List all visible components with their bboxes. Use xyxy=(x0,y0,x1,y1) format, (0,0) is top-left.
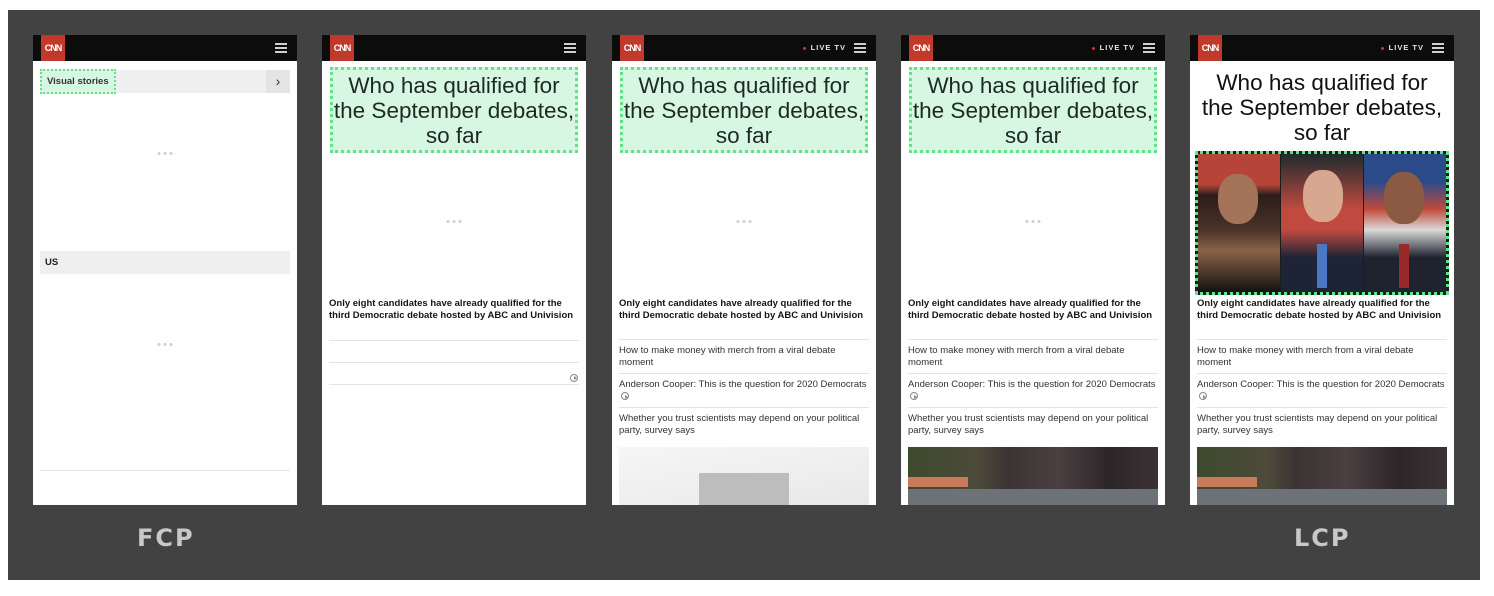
article-link[interactable]: How to make money with merch from a vira… xyxy=(619,345,869,369)
face-shape xyxy=(1384,172,1424,224)
lcp-label: LCP xyxy=(1294,524,1351,552)
header: CNN LIVE TV xyxy=(612,35,876,61)
play-icon xyxy=(621,392,629,401)
divider xyxy=(329,340,579,341)
play-icon xyxy=(910,392,918,401)
live-tv-label: LIVE TV xyxy=(810,43,846,52)
live-tv-link[interactable]: LIVE TV xyxy=(802,43,846,52)
loading-indicator xyxy=(1025,220,1041,223)
tie-shape xyxy=(1317,244,1327,288)
loading-indicator xyxy=(157,152,173,155)
image-detail xyxy=(1197,477,1257,487)
divider xyxy=(619,407,869,408)
article-link[interactable]: How to make money with merch from a vira… xyxy=(908,345,1158,369)
headline[interactable]: Who has qualified for the September deba… xyxy=(1198,67,1446,153)
divider xyxy=(908,339,1158,340)
article-thumbnail[interactable] xyxy=(1197,447,1447,505)
visual-stories-bar[interactable]: Visual stories › xyxy=(40,69,290,94)
filmstrip: CNN Visual stories › US CNN Who has qual… xyxy=(8,10,1480,580)
headline[interactable]: Who has qualified for the September deba… xyxy=(330,67,578,153)
live-tv-label: LIVE TV xyxy=(1099,43,1135,52)
cnn-logo[interactable]: CNN xyxy=(909,35,933,61)
section-us[interactable]: US xyxy=(40,251,290,274)
live-tv-link[interactable]: LIVE TV xyxy=(1091,43,1135,52)
lead-story[interactable]: Only eight candidates have already quali… xyxy=(329,298,579,322)
tie-shape xyxy=(1399,244,1409,288)
lead-story[interactable]: Only eight candidates have already quali… xyxy=(908,298,1158,322)
divider xyxy=(329,384,579,385)
image-detail xyxy=(1197,489,1447,505)
cnn-logo[interactable]: CNN xyxy=(330,35,354,61)
hamburger-menu-icon[interactable] xyxy=(854,43,866,53)
divider xyxy=(908,407,1158,408)
image-detail xyxy=(908,477,968,487)
article-link[interactable]: Whether you trust scientists may depend … xyxy=(1197,413,1447,437)
fcp-label: FCP xyxy=(137,524,195,552)
loading-indicator xyxy=(736,220,752,223)
loading-indicator xyxy=(446,220,462,223)
live-tv-link[interactable]: LIVE TV xyxy=(1380,43,1424,52)
live-dot-icon xyxy=(1091,46,1095,50)
hamburger-menu-icon[interactable] xyxy=(275,43,287,53)
article-thumbnail[interactable] xyxy=(908,447,1158,505)
live-tv-label: LIVE TV xyxy=(1388,43,1424,52)
header: CNN xyxy=(322,35,586,61)
headline[interactable]: Who has qualified for the September deba… xyxy=(620,67,868,153)
frame-2: CNN Who has qualified for the September … xyxy=(322,35,586,505)
cnn-logo[interactable]: CNN xyxy=(41,35,65,61)
headline[interactable]: Who has qualified for the September deba… xyxy=(909,67,1157,153)
image-placeholder-block xyxy=(699,473,789,505)
header: CNN LIVE TV xyxy=(901,35,1165,61)
hamburger-menu-icon[interactable] xyxy=(564,43,576,53)
divider xyxy=(1197,339,1447,340)
lead-story[interactable]: Only eight candidates have already quali… xyxy=(619,298,869,322)
frame-4: CNN LIVE TV Who has qualified for the Se… xyxy=(901,35,1165,505)
article-link[interactable]: Anderson Cooper: This is the question fo… xyxy=(1197,379,1447,403)
header: CNN xyxy=(33,35,297,61)
cnn-logo[interactable]: CNN xyxy=(620,35,644,61)
article-link[interactable]: Anderson Cooper: This is the question fo… xyxy=(908,379,1158,403)
hero-image[interactable] xyxy=(1195,151,1449,295)
face-shape xyxy=(1303,170,1343,222)
lead-story[interactable]: Only eight candidates have already quali… xyxy=(1197,298,1447,322)
article-link[interactable]: Anderson Cooper: This is the question fo… xyxy=(619,379,869,403)
candidate-photo xyxy=(1198,154,1280,292)
candidate-photo xyxy=(1281,154,1363,292)
article-link[interactable]: Whether you trust scientists may depend … xyxy=(908,413,1158,437)
divider xyxy=(619,373,869,374)
article-title: Anderson Cooper: This is the question fo… xyxy=(1197,379,1445,390)
article-title: Anderson Cooper: This is the question fo… xyxy=(619,379,867,390)
divider xyxy=(1197,373,1447,374)
section-us-label: US xyxy=(45,257,59,268)
divider xyxy=(1197,407,1447,408)
article-link[interactable]: Whether you trust scientists may depend … xyxy=(619,413,869,437)
divider xyxy=(908,373,1158,374)
cnn-logo[interactable]: CNN xyxy=(1198,35,1222,61)
play-icon xyxy=(1199,392,1207,401)
article-thumbnail-placeholder[interactable] xyxy=(619,447,869,505)
candidate-photo xyxy=(1364,154,1446,292)
header: CNN LIVE TV xyxy=(1190,35,1454,61)
live-dot-icon xyxy=(1380,46,1384,50)
chevron-right-icon[interactable]: › xyxy=(266,70,290,93)
divider xyxy=(40,470,290,471)
frame-3: CNN LIVE TV Who has qualified for the Se… xyxy=(612,35,876,505)
divider xyxy=(619,339,869,340)
divider xyxy=(329,362,579,363)
face-shape xyxy=(1218,174,1258,224)
frame-fcp: CNN Visual stories › US xyxy=(33,35,297,505)
image-detail xyxy=(908,489,1158,505)
frame-lcp: CNN LIVE TV Who has qualified for the Se… xyxy=(1190,35,1454,505)
hamburger-menu-icon[interactable] xyxy=(1143,43,1155,53)
article-link[interactable]: How to make money with merch from a vira… xyxy=(1197,345,1447,369)
loading-indicator xyxy=(157,343,173,346)
live-dot-icon xyxy=(802,46,806,50)
visual-stories-label: Visual stories xyxy=(40,69,116,94)
article-title: Anderson Cooper: This is the question fo… xyxy=(908,379,1156,390)
hamburger-menu-icon[interactable] xyxy=(1432,43,1444,53)
